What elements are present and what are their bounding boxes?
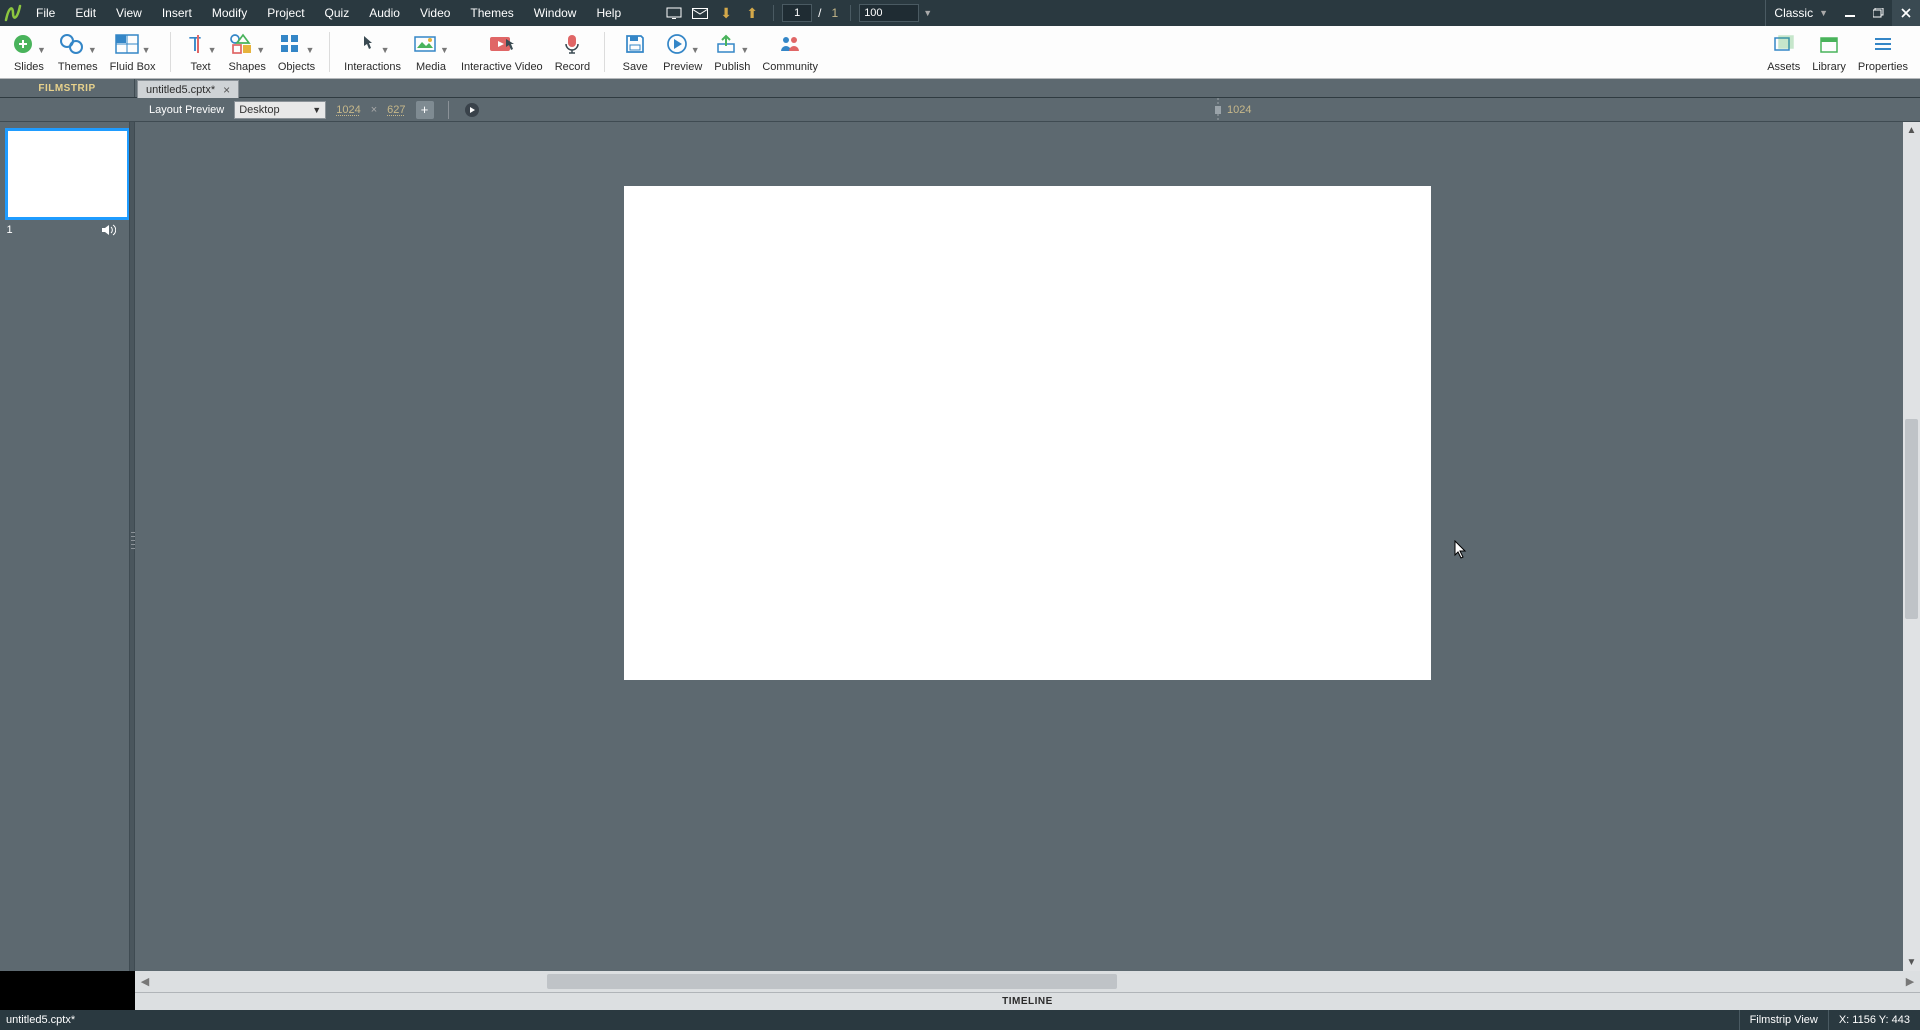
document-tab-label: untitled5.cptx* xyxy=(146,84,215,96)
menu-view[interactable]: View xyxy=(106,0,152,26)
audio-icon[interactable] xyxy=(102,224,116,236)
scroll-up-icon[interactable]: ▲ xyxy=(1903,122,1920,139)
separator xyxy=(850,5,851,21)
status-document: untitled5.cptx* xyxy=(0,1014,75,1026)
page-separator: / xyxy=(818,6,821,20)
workspace-switcher[interactable]: Classic ▼ xyxy=(1765,0,1836,26)
titlebar: File Edit View Insert Modify Project Qui… xyxy=(0,0,1920,26)
layout-height[interactable]: 627 xyxy=(387,104,405,116)
menu-themes[interactable]: Themes xyxy=(460,0,523,26)
scrollbar-thumb[interactable] xyxy=(1905,419,1918,619)
status-coords: X: 1156 Y: 443 xyxy=(1828,1010,1920,1030)
scroll-down-icon[interactable]: ▼ xyxy=(1903,954,1920,971)
scroll-right-icon[interactable]: ▶ xyxy=(1900,971,1920,992)
main-toolbar: ▼ Slides ▼ Themes ▼ Fluid Box T▼ Text ▼ … xyxy=(0,26,1920,79)
objects-button[interactable]: ▼ Objects xyxy=(272,26,321,78)
titlebar-tools: ⬇ ⬆ / 1 ▼ xyxy=(661,0,932,26)
menu-file[interactable]: File xyxy=(26,0,65,26)
layout-mode-value: Desktop xyxy=(239,104,279,116)
filmstrip-title: FILMSTRIP xyxy=(0,79,135,97)
menu-help[interactable]: Help xyxy=(586,0,631,26)
page-current-input[interactable] xyxy=(782,4,812,22)
timeline-header[interactable]: TIMELINE xyxy=(135,992,1920,1010)
zoom-input[interactable] xyxy=(859,4,919,22)
properties-button[interactable]: Properties xyxy=(1852,26,1914,78)
chevron-down-icon[interactable]: ▼ xyxy=(923,8,932,18)
arrow-down-icon[interactable]: ⬇ xyxy=(713,0,739,26)
fluidbox-button[interactable]: ▼ Fluid Box xyxy=(104,26,162,78)
page-total: 1 xyxy=(832,6,839,20)
menu-edit[interactable]: Edit xyxy=(65,0,106,26)
window-controls xyxy=(1836,0,1920,26)
library-button[interactable]: Library xyxy=(1806,26,1852,78)
horizontal-scrollbar[interactable]: ◀ ▶ xyxy=(135,971,1920,992)
menu-video[interactable]: Video xyxy=(410,0,460,26)
layout-preview-bar: Layout Preview Desktop ▼ 1024 × 627 + 10… xyxy=(0,98,1920,122)
shapes-button[interactable]: ▼ Shapes xyxy=(223,26,272,78)
menu-insert[interactable]: Insert xyxy=(152,0,202,26)
publish-button[interactable]: ▼ Publish xyxy=(708,26,756,78)
layout-preview-label: Layout Preview xyxy=(149,104,224,116)
save-button[interactable]: Save xyxy=(613,26,657,78)
community-button[interactable]: Community xyxy=(756,26,824,78)
play-button[interactable] xyxy=(463,101,481,119)
timeline-title: TIMELINE xyxy=(1002,996,1053,1007)
themes-button[interactable]: ▼ Themes xyxy=(52,26,104,78)
menu-project[interactable]: Project xyxy=(257,0,314,26)
interactive-video-button[interactable]: Interactive Video xyxy=(455,26,549,78)
slide-number: 1 xyxy=(7,224,13,236)
add-breakpoint-button[interactable]: + xyxy=(416,101,434,119)
media-button[interactable]: ▼ Media xyxy=(407,26,455,78)
interactions-button[interactable]: ▼ Interactions xyxy=(338,26,407,78)
scrollbar-track[interactable] xyxy=(1903,139,1920,954)
separator xyxy=(773,5,774,21)
assets-button[interactable]: Assets xyxy=(1761,26,1806,78)
preview-device-icon[interactable] xyxy=(661,0,687,26)
scrollbar-track[interactable] xyxy=(155,971,1900,992)
menu-window[interactable]: Window xyxy=(524,0,587,26)
toolbar-right: Assets Library Properties xyxy=(1761,26,1914,78)
tabstrip: FILMSTRIP untitled5.cptx* × xyxy=(0,79,1920,98)
app-logo xyxy=(0,0,26,26)
mail-icon[interactable] xyxy=(687,0,713,26)
status-view: Filmstrip View xyxy=(1739,1010,1828,1030)
scrollbar-thumb[interactable] xyxy=(547,974,1117,989)
record-button[interactable]: Record xyxy=(549,26,596,78)
ruler-marker[interactable]: 1024 xyxy=(1213,98,1251,122)
layout-width[interactable]: 1024 xyxy=(336,104,360,116)
menu-modify[interactable]: Modify xyxy=(202,0,257,26)
filmstrip-panel: 1 xyxy=(0,122,135,971)
main-menu: File Edit View Insert Modify Project Qui… xyxy=(26,0,631,26)
chevron-down-icon: ▼ xyxy=(1819,8,1828,18)
minimize-button[interactable] xyxy=(1836,0,1864,26)
slide-thumbnail[interactable] xyxy=(5,128,130,220)
chevron-down-icon: ▼ xyxy=(312,105,321,115)
ruler-value: 1024 xyxy=(1227,104,1251,116)
cursor-icon xyxy=(1454,540,1468,560)
statusbar: untitled5.cptx* Filmstrip View X: 1156 Y… xyxy=(0,1010,1920,1030)
restore-button[interactable] xyxy=(1864,0,1892,26)
times-icon: × xyxy=(371,104,377,116)
layout-mode-select[interactable]: Desktop ▼ xyxy=(234,101,326,119)
menu-audio[interactable]: Audio xyxy=(359,0,410,26)
workspace-body: 1 ▲ ▼ xyxy=(0,122,1920,971)
close-icon[interactable]: × xyxy=(223,83,230,97)
svg-text:T: T xyxy=(188,34,200,55)
slides-button[interactable]: ▼ Slides xyxy=(6,26,52,78)
workspace-name: Classic xyxy=(1774,6,1813,20)
text-button[interactable]: T▼ Text xyxy=(179,26,223,78)
menu-quiz[interactable]: Quiz xyxy=(315,0,360,26)
document-tab[interactable]: untitled5.cptx* × xyxy=(137,80,239,99)
scroll-left-icon[interactable]: ◀ xyxy=(135,971,155,992)
close-button[interactable] xyxy=(1892,0,1920,26)
arrow-up-icon[interactable]: ⬆ xyxy=(739,0,765,26)
editor-canvas[interactable]: ▲ ▼ xyxy=(135,122,1920,971)
preview-button[interactable]: ▼ Preview xyxy=(657,26,708,78)
vertical-scrollbar[interactable]: ▲ ▼ xyxy=(1903,122,1920,971)
slide-stage[interactable] xyxy=(624,186,1431,680)
